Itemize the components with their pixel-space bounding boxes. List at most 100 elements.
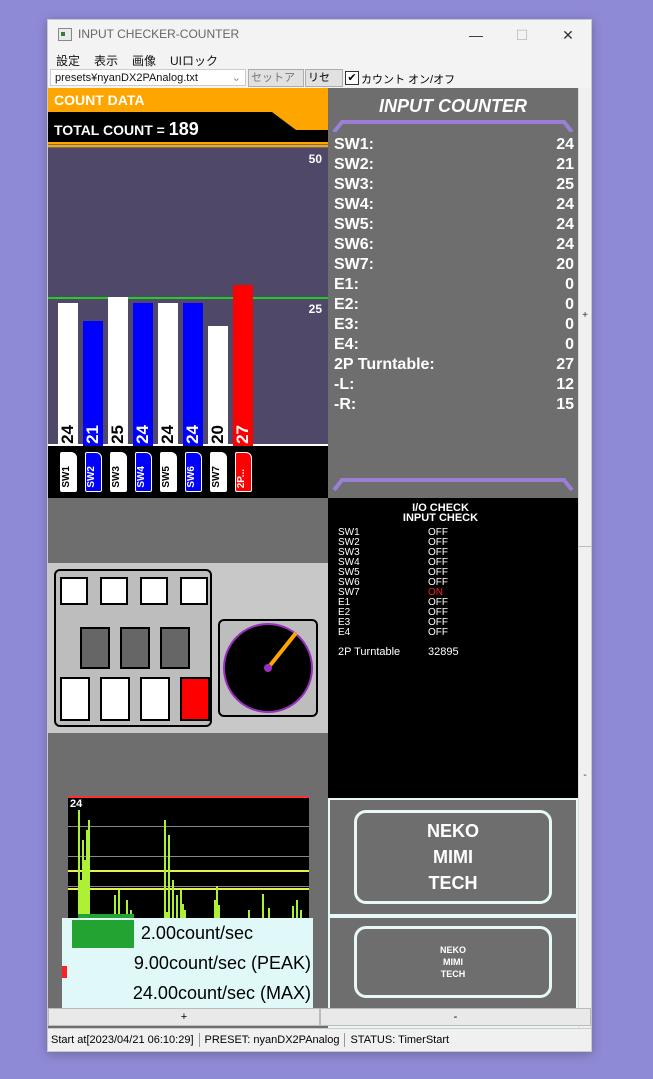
side-scrollbar[interactable]: + - [578, 88, 591, 1028]
avg-line [68, 888, 309, 890]
counter-value: 24 [556, 236, 574, 253]
menu-settings[interactable]: 設定 [56, 52, 80, 69]
panel-accent [332, 478, 574, 492]
rate-spike [176, 895, 178, 920]
input-counter-panel: INPUT COUNTER SW1: 24 SW2: 21 SW3: 25 SW4: 24 SW… [328, 88, 578, 498]
bar-value-label: 24 [158, 425, 177, 444]
counter-label: E3: [334, 316, 359, 333]
status-start-time: Start at[2023/04/21 06:10:29] [51, 1034, 194, 1046]
counter-label: E2: [334, 296, 359, 313]
increase-button[interactable]: + [48, 1008, 320, 1026]
counter-row: E3: 0 [334, 316, 574, 336]
lane-indicator: SW5 [160, 452, 177, 492]
graph-max-label: 24 [70, 798, 83, 810]
minimize-button[interactable]: — [453, 20, 499, 50]
reset-button[interactable]: リセット [305, 69, 343, 100]
lane-label: SW6 [186, 466, 197, 488]
total-count: TOTAL COUNT = 189 [54, 119, 199, 140]
turntable-box [218, 619, 318, 717]
menu-bar: 設定 表示 画像 UIロック [48, 50, 591, 68]
setup-button[interactable]: セットアップ [248, 69, 304, 100]
key-button [140, 677, 170, 721]
input-counter-title: INPUT COUNTER [379, 96, 527, 116]
scroll-minus[interactable]: - [579, 770, 591, 781]
bar-value-label: 24 [58, 425, 77, 444]
lane-label: 2P... [236, 468, 247, 488]
counter-label: SW7: [334, 256, 374, 273]
counter-value: 25 [556, 176, 574, 193]
turntable-value: 32895 [428, 646, 459, 658]
bottom-button-row: + - [48, 1008, 591, 1026]
status-separator [344, 1033, 346, 1048]
counter-row: SW4: 24 [334, 196, 574, 216]
lane-indicator: SW3 [110, 452, 127, 492]
lane-indicator: SW1 [60, 452, 77, 492]
total-bar-accent [272, 112, 328, 130]
counter-row: E4: 0 [334, 336, 574, 356]
count-bar: 27 [233, 285, 253, 446]
brand-logo: NEKO MIMI TECH [354, 810, 552, 904]
toolbar: presets¥nyanDX2PAnalog.txt ⌄ セットアップ リセット… [48, 68, 591, 100]
brand-line1: NEKO [426, 821, 479, 841]
key-button [60, 577, 88, 605]
lane-indicator: 2P... [235, 452, 252, 492]
reference-line [48, 297, 328, 299]
status-separator [198, 1033, 200, 1048]
rate-panel: 2.00count/sec 9.00count/sec (PEAK) 24.00… [62, 918, 313, 1008]
menu-ui-lock[interactable]: UIロック [170, 52, 218, 69]
counter-label: 2P Turntable: [334, 356, 435, 373]
key-pad [54, 569, 212, 727]
counter-label: -R: [334, 396, 357, 413]
rate-graph: 24 [68, 796, 309, 920]
counter-value: 20 [556, 256, 574, 273]
brand-line3: TECH [428, 873, 478, 893]
counter-label: -L: [334, 376, 355, 393]
counter-row: E2: 0 [334, 296, 574, 316]
counter-label: E1: [334, 276, 359, 293]
counter-row: SW3: 25 [334, 176, 574, 196]
io-state: OFF [428, 627, 448, 638]
key-button [140, 577, 168, 605]
rate-spike [168, 835, 170, 920]
counter-value: 15 [556, 396, 574, 413]
counter-row: -L: 12 [334, 376, 574, 396]
count-bar: 24 [133, 302, 153, 446]
brand-logo-large: NEKO MIMI TECH [328, 798, 578, 916]
counter-label: SW5: [334, 216, 374, 233]
scroll-plus[interactable]: + [579, 310, 591, 321]
counter-value: 24 [556, 136, 574, 153]
preset-select[interactable]: presets¥nyanDX2PAnalog.txt ⌄ [50, 69, 246, 86]
preset-value: presets¥nyanDX2PAnalog.txt [55, 72, 198, 84]
count-toggle-label: カウント オン/オフ [361, 74, 456, 86]
key-button [160, 627, 190, 669]
key-button [180, 577, 208, 605]
bar-value-label: 20 [208, 425, 227, 444]
lane-label: SW7 [211, 466, 222, 488]
close-button[interactable]: ✕ [545, 20, 591, 50]
counter-value: 24 [556, 216, 574, 233]
menu-image[interactable]: 画像 [132, 52, 156, 69]
client-area: COUNT DATA TOTAL COUNT = 189 50 25 24 21 2… [48, 88, 591, 1028]
rate-spike [262, 894, 264, 920]
brand-line3: TECH [440, 969, 466, 979]
counter-row: SW6: 24 [334, 236, 574, 256]
count-bar: 25 [108, 297, 128, 446]
menu-view[interactable]: 表示 [94, 52, 118, 69]
brand-line2: MIMI [443, 957, 463, 967]
panel-accent [332, 120, 574, 132]
y-tick-label: 25 [308, 302, 322, 316]
count-toggle-checkbox[interactable]: ✔ [345, 71, 359, 85]
counter-value: 12 [556, 376, 574, 393]
maximize-button[interactable]: ☐ [499, 20, 545, 50]
count-bar: 20 [208, 326, 228, 446]
counter-row: SW7: 20 [334, 256, 574, 276]
bar-value-label: 21 [83, 425, 102, 444]
y-tick-label: 50 [308, 152, 322, 166]
app-icon [58, 28, 72, 41]
rate-spike [296, 900, 298, 920]
count-bar: 21 [83, 320, 103, 446]
decrease-button[interactable]: - [320, 1008, 591, 1026]
divider [579, 546, 591, 547]
key-button-pressed [180, 677, 210, 721]
key-button [100, 677, 130, 721]
